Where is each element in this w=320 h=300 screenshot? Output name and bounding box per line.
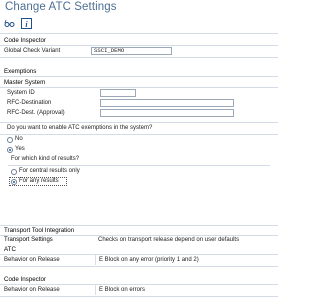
divider <box>0 266 278 267</box>
info-icon[interactable]: i <box>21 17 32 29</box>
atc-behavior-value[interactable]: E Block on any error (priority 1 and 2) <box>99 257 199 263</box>
transport-settings-value: Checks on transport release depend on us… <box>98 237 240 243</box>
section-exemptions: Exemptions <box>4 68 37 75</box>
transport-settings-label: Transport Settings <box>4 237 53 243</box>
ci-behavior-value[interactable]: E Block on errors <box>99 287 145 293</box>
radio-central-results-label[interactable]: For central results only <box>19 168 80 174</box>
enable-exemptions-question: Do you want to enable ATC exemptions in … <box>7 125 153 131</box>
section-transport-tool-integration: Transport Tool Integration <box>4 227 75 234</box>
divider <box>0 134 278 135</box>
divider <box>0 225 278 226</box>
radio-no-label[interactable]: No <box>15 136 23 142</box>
section-code-inspector: Code Inspector <box>4 37 46 44</box>
radio-any-results[interactable] <box>11 179 17 185</box>
toolbar: i <box>4 16 32 30</box>
ci-subsection-header: Code Inspector <box>4 276 46 283</box>
radio-yes-label[interactable]: Yes <box>15 146 25 152</box>
rfc-destination-field[interactable] <box>100 99 234 107</box>
rfc-destination-label: RFC-Destination <box>7 100 52 106</box>
divider <box>0 254 278 255</box>
ci-behavior-label: Behavior on Release <box>4 287 60 293</box>
edit-glasses-icon[interactable] <box>4 18 15 29</box>
divider <box>0 296 278 297</box>
global-check-variant-label: Global Check Variant <box>4 48 61 54</box>
global-check-variant-field[interactable]: SSCI_DEMO <box>91 47 172 55</box>
radio-any-results-label[interactable]: For any results <box>19 178 59 184</box>
divider <box>0 76 278 77</box>
divider <box>8 165 270 166</box>
system-id-field[interactable] <box>100 89 136 97</box>
divider <box>0 33 278 34</box>
radio-central-results[interactable] <box>11 169 17 175</box>
divider <box>0 45 278 46</box>
atc-subsection-header: ATC <box>4 246 16 253</box>
divider <box>0 57 278 58</box>
master-system-header: Master System <box>4 79 46 86</box>
system-id-label: System ID <box>7 90 35 96</box>
divider <box>0 284 278 285</box>
rfc-dest-approval-field[interactable] <box>100 109 234 117</box>
radio-no[interactable] <box>7 137 13 143</box>
rfc-dest-approval-label: RFC-Dest. (Approval) <box>7 110 65 116</box>
column-separator <box>95 255 96 265</box>
column-separator <box>95 285 96 295</box>
divider <box>0 122 278 123</box>
atc-behavior-label: Behavior on Release <box>4 257 60 263</box>
radio-yes[interactable] <box>7 147 13 153</box>
divider <box>0 235 278 236</box>
divider <box>0 87 278 88</box>
which-results-question: For which kind of results? <box>11 156 80 162</box>
window-title: Change ATC Settings <box>5 1 117 13</box>
